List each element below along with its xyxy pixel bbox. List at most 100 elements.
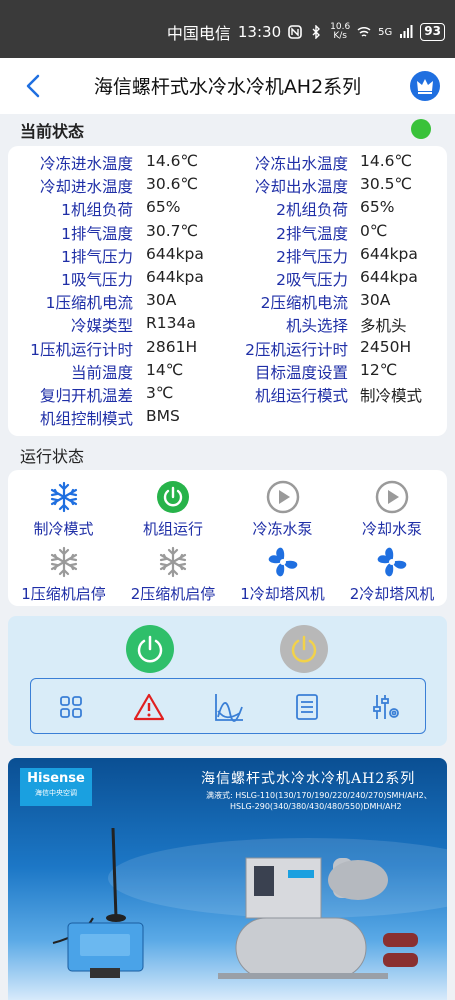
network-speed-unit: K/s bbox=[333, 31, 347, 41]
run-status-item[interactable]: 1压缩机启停 bbox=[9, 545, 118, 604]
status-label: 1排气温度 bbox=[61, 224, 133, 243]
status-value: 644kpa bbox=[360, 268, 418, 286]
status-label: 冷冻出水温度 bbox=[254, 155, 348, 173]
function-toolbar bbox=[30, 678, 426, 734]
snowflake-icon bbox=[159, 546, 187, 578]
status-label: 冷冻进水温度 bbox=[39, 155, 133, 173]
run-status-label: 1冷却塔风机 bbox=[240, 585, 325, 603]
status-row: 1排气压力 644kpa 2排气压力 644kpa bbox=[8, 245, 447, 268]
banner-models-line2: HSLG-290(340/380/430/480/550)DMH/AH2 bbox=[230, 802, 402, 811]
wifi-icon bbox=[357, 26, 371, 37]
system-status-bar: 中国电信 13:30 10.6 K/s 5G 93 bbox=[0, 0, 455, 58]
banner-models: 满液式: HSLG-110(130/170/190/220/240/270)SM… bbox=[206, 790, 432, 812]
status-row: 1排气温度 30.7℃ 2排气温度 0℃ bbox=[8, 222, 447, 245]
power-off-button[interactable] bbox=[280, 625, 328, 673]
power-on-button[interactable] bbox=[126, 625, 174, 673]
status-value: 14℃ bbox=[146, 360, 184, 379]
document-icon[interactable] bbox=[291, 691, 323, 723]
status-value: 644kpa bbox=[146, 268, 204, 286]
power-icon bbox=[157, 481, 189, 513]
status-label: 冷媒类型 bbox=[70, 317, 133, 336]
run-status-item[interactable]: 2冷却塔风机 bbox=[338, 545, 447, 604]
status-row: 1压缩机电流 30A 2压缩机电流 30A bbox=[8, 291, 447, 314]
status-value: 30A bbox=[360, 291, 391, 310]
run-status-item[interactable]: 冷冻水泵 bbox=[228, 480, 337, 539]
status-row: 1吸气压力 644kpa 2吸气压力 644kpa bbox=[8, 268, 447, 291]
network-speed: 10.6 K/s bbox=[330, 23, 350, 41]
settings-sliders-icon[interactable] bbox=[369, 691, 401, 723]
status-indicator bbox=[411, 119, 431, 139]
brand-subtitle: 海信中央空调 bbox=[35, 789, 77, 797]
status-label: 机组运行模式 bbox=[254, 387, 348, 405]
status-value: BMS bbox=[146, 407, 180, 426]
status-value: 65% bbox=[360, 198, 395, 217]
fan-icon bbox=[377, 547, 407, 577]
run-status-item[interactable]: 机组运行 bbox=[119, 480, 228, 539]
bluetooth-icon bbox=[312, 25, 321, 39]
run-status-title: 运行状态 bbox=[20, 447, 85, 466]
status-label: 冷却出水温度 bbox=[254, 178, 348, 197]
run-status-label: 机组运行 bbox=[142, 520, 203, 538]
status-value: 65% bbox=[146, 198, 181, 217]
status-row: 1机组负荷 65% 2机组负荷 65% bbox=[8, 198, 447, 221]
status-value: 14.6℃ bbox=[146, 152, 198, 170]
cell-signal-icon bbox=[400, 25, 413, 38]
battery-level: 93 bbox=[420, 23, 445, 41]
status-label: 1机组负荷 bbox=[61, 201, 133, 220]
run-status-label: 1压缩机启停 bbox=[21, 585, 106, 603]
status-row: 机组控制模式 BMS bbox=[8, 407, 447, 430]
status-label: 1压缩机电流 bbox=[45, 294, 133, 313]
status-row: 冷冻进水温度 14.6℃ 冷冻出水温度 14.6℃ bbox=[8, 152, 447, 175]
vip-button[interactable] bbox=[410, 71, 440, 101]
status-label: 1排气压力 bbox=[61, 247, 133, 266]
status-label: 目标温度设置 bbox=[254, 363, 348, 382]
status-value: 644kpa bbox=[360, 244, 418, 263]
run-status-label: 2冷却塔风机 bbox=[349, 585, 435, 603]
status-label: 机组控制模式 bbox=[39, 410, 133, 429]
signal-label: 5G bbox=[378, 26, 393, 38]
product-banner: Hisense 海信中央空调 海信螺杆式水冷水冷机AH2系列 满液式: HSLG… bbox=[8, 758, 447, 1000]
status-value: 14.6℃ bbox=[360, 152, 412, 170]
status-label: 1吸气压力 bbox=[61, 271, 133, 289]
play-icon bbox=[266, 480, 299, 514]
run-status-item[interactable]: 冷却水泵 bbox=[338, 480, 447, 539]
current-status-title: 当前状态 bbox=[20, 122, 85, 141]
status-value: 0℃ bbox=[360, 221, 388, 240]
status-value: 3℃ bbox=[146, 384, 174, 402]
status-value: 30.5℃ bbox=[360, 175, 412, 194]
current-status-card: 冷冻进水温度 14.6℃ 冷冻出水温度 14.6℃ 冷却进水温度 30.6℃ 冷却出水温度 3… bbox=[8, 146, 447, 436]
run-status-label: 冷冻水泵 bbox=[252, 520, 313, 538]
status-value: 2861H bbox=[146, 337, 198, 356]
run-status-label: 制冷模式 bbox=[33, 520, 94, 538]
nfc-icon bbox=[288, 25, 302, 39]
status-row: 1压机运行计时 2861H 2压机运行计时 2450H bbox=[8, 338, 447, 361]
status-row: 当前温度 14℃ 目标温度设置 12℃ bbox=[8, 361, 447, 384]
snowflake-icon bbox=[50, 546, 77, 578]
chart-icon[interactable] bbox=[213, 691, 245, 723]
clock: 13:30 bbox=[237, 23, 282, 41]
status-row: 复归开机温差 3℃ 机组运行模式 制冷模式 bbox=[8, 384, 447, 407]
brand-logo: Hisense 海信中央空调 bbox=[20, 768, 92, 806]
status-value: R134a bbox=[146, 314, 196, 333]
brand-name: Hisense bbox=[27, 771, 85, 786]
page-title: 海信螺杆式水冷水冷机AH2系列 bbox=[93, 76, 362, 98]
grid-icon[interactable] bbox=[55, 691, 87, 723]
status-label: 机头选择 bbox=[285, 317, 348, 336]
run-status-item[interactable]: 1冷却塔风机 bbox=[228, 545, 337, 604]
run-status-item[interactable]: 2压缩机启停 bbox=[119, 545, 228, 604]
status-value: 12℃ bbox=[360, 360, 398, 379]
banner-title: 海信螺杆式水冷水冷机AH2系列 bbox=[201, 771, 416, 787]
status-label: 2排气温度 bbox=[276, 224, 348, 243]
status-value: 30.7℃ bbox=[146, 221, 198, 240]
run-status-item[interactable]: 制冷模式 bbox=[9, 480, 118, 539]
status-value: 2450H bbox=[360, 337, 412, 356]
banner-models-line1: 满液式: HSLG-110(130/170/190/220/240/270)SM… bbox=[206, 791, 432, 800]
status-label: 复归开机温差 bbox=[39, 387, 133, 405]
status-value: 30.6℃ bbox=[146, 175, 198, 194]
power-icon bbox=[291, 635, 317, 663]
status-label: 冷却进水温度 bbox=[39, 178, 133, 197]
warning-icon[interactable] bbox=[133, 691, 165, 723]
status-row: 冷媒类型 R134a 机头选择 多机头 bbox=[8, 314, 447, 337]
run-status-label: 2压缩机启停 bbox=[130, 585, 216, 603]
status-label: 当前温度 bbox=[70, 363, 133, 382]
